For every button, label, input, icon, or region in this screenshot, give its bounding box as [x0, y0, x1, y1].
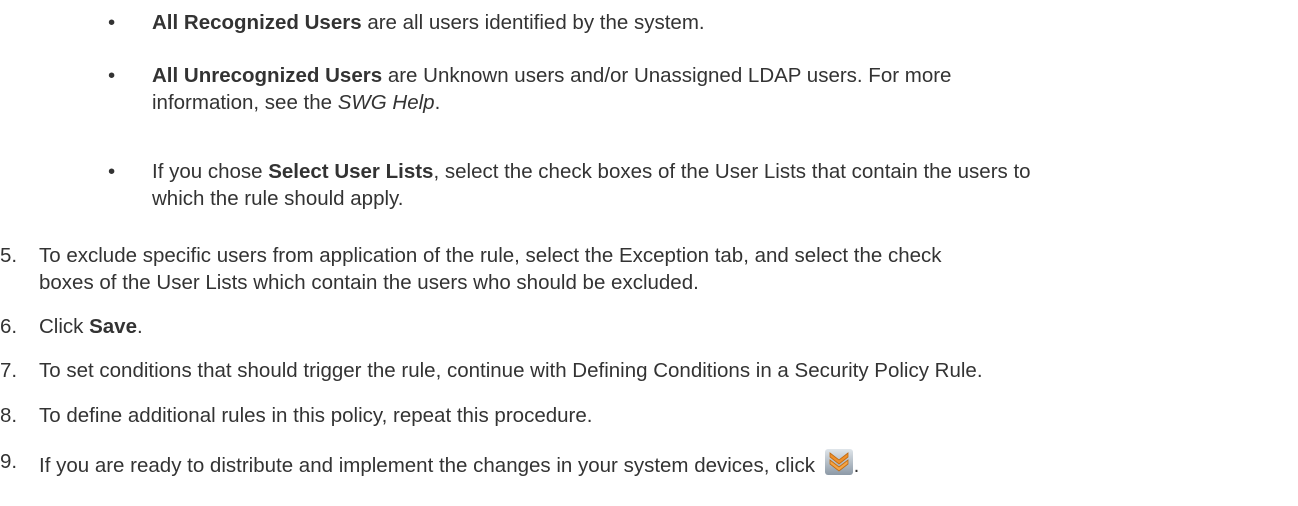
bullet-marker: •: [108, 64, 116, 87]
step-8: 8. To define additional rules in this po…: [0, 402, 1289, 429]
term-all-recognized-users: All Recognized Users: [152, 11, 362, 34]
step-number: 8.: [0, 404, 18, 427]
term-all-unrecognized-users: All Unrecognized Users: [152, 64, 383, 87]
bullet-text: information, see the: [152, 91, 338, 114]
bullet-item-recognized-users: • All Recognized Users are all users ide…: [108, 9, 1292, 36]
term-select-user-lists: Select User Lists: [268, 160, 434, 183]
term-save: Save: [89, 315, 137, 338]
step-number: 5.: [0, 244, 18, 267]
step-number: 9.: [0, 450, 18, 473]
bullet-item-unrecognized-users: • All Unrecognized Users are Unknown use…: [108, 62, 1292, 116]
bullet-text: , select the check boxes of the User Lis…: [433, 160, 1031, 183]
step-text: boxes of the User Lists which contain th…: [39, 271, 699, 294]
bullet-marker: •: [108, 160, 116, 183]
step-text: To exclude specific users from applicati…: [39, 244, 942, 267]
step-text: To set conditions that should trigger th…: [39, 359, 983, 382]
step-text: To define additional rules in this polic…: [39, 404, 593, 427]
step-5: 5. To exclude specific users from applic…: [0, 242, 1289, 296]
distribute-changes-icon[interactable]: [824, 448, 854, 476]
bullet-text: are Unknown users and/or Unassigned LDAP…: [382, 64, 952, 87]
step-text: .: [853, 454, 860, 477]
step-text: .: [137, 315, 143, 338]
bullet-text: are all users identified by the system.: [361, 11, 705, 34]
step-text: Click: [39, 315, 90, 338]
step-9: 9. If you are ready to distribute and im…: [0, 448, 1289, 479]
step-number: 6.: [0, 315, 18, 338]
swg-help-reference: SWG Help: [337, 91, 435, 114]
step-number: 7.: [0, 359, 18, 382]
step-text: If you are ready to distribute and imple…: [39, 454, 821, 477]
step-6: 6. Click Save.: [0, 313, 1289, 340]
bullet-marker: •: [108, 11, 116, 34]
step-7: 7. To set conditions that should trigger…: [0, 357, 1289, 384]
bullet-text: If you chose: [152, 160, 269, 183]
bullet-text: which the rule should apply.: [152, 187, 404, 210]
bullet-text: .: [434, 91, 441, 114]
bullet-item-select-user-lists: • If you chose Select User Lists, select…: [108, 158, 1292, 212]
